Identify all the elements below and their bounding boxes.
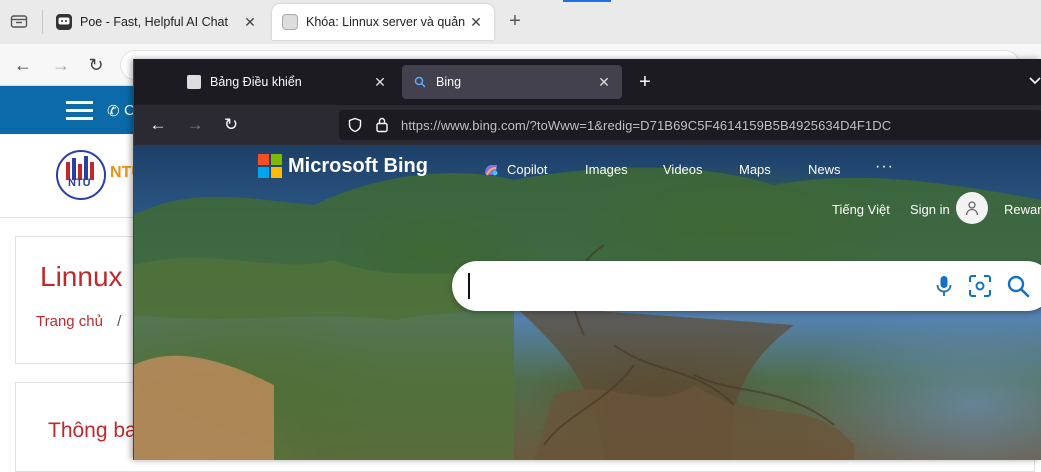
hamburger-menu-icon[interactable] — [66, 101, 93, 121]
moodle-favicon-icon — [186, 74, 202, 90]
search-input[interactable] — [468, 273, 908, 299]
shield-icon[interactable] — [347, 117, 363, 133]
close-tab-icon[interactable]: ✕ — [372, 74, 388, 91]
phone-icon: ✆ — [107, 103, 120, 120]
new-tab-button[interactable]: + — [505, 10, 525, 32]
tab-label: Bing — [436, 75, 462, 89]
search-icon[interactable] — [1006, 274, 1030, 298]
nav-images[interactable]: Images — [585, 162, 628, 177]
close-tab-icon[interactable]: ✕ — [596, 74, 612, 91]
tab-label: Bảng Điều khiển — [210, 75, 302, 89]
sign-in-link[interactable]: Sign in — [910, 202, 950, 217]
tab-bing[interactable]: Bing ✕ — [402, 65, 622, 99]
breadcrumb: Trang chủ / — [36, 313, 121, 330]
brand-name: Microsoft Bing — [288, 154, 428, 177]
search-box[interactable] — [452, 261, 1041, 311]
tab-label: Poe - Fast, Helpful AI Chat — [80, 15, 228, 29]
rewards-link[interactable]: Rewar — [1004, 202, 1041, 217]
nav-videos[interactable]: Videos — [663, 162, 703, 177]
search-icon — [412, 74, 428, 90]
close-tab-icon[interactable]: ✕ — [242, 14, 258, 31]
poe-icon — [56, 14, 72, 30]
forward-arrow-icon[interactable]: → — [184, 114, 206, 136]
tab-label: Khóa: Linnux server và quản trị — [306, 15, 468, 29]
url-text[interactable]: https://www.bing.com/?toWww=1&redig=D71B… — [401, 118, 891, 133]
foreground-browser-window: Bảng Điều khiển ✕ Bing ✕ + ← → ↻ https:/… — [133, 59, 1041, 460]
user-avatar-icon[interactable] — [956, 192, 988, 224]
url-bar[interactable]: https://www.bing.com/?toWww=1&redig=D71B… — [339, 110, 1041, 140]
ntu-logo[interactable]: NTU — [56, 150, 106, 200]
reload-icon[interactable]: ↻ — [220, 114, 242, 136]
breadcrumb-separator: / — [117, 313, 122, 330]
nav-more-icon[interactable]: ··· — [875, 158, 894, 176]
logo-text: NTU — [68, 177, 91, 189]
tab-dashboard[interactable]: Bảng Điều khiển ✕ — [176, 65, 398, 99]
section-title: Thông ba — [48, 419, 137, 442]
bing-logo[interactable]: Microsoft Bing — [258, 154, 428, 178]
tab-poe[interactable]: Poe - Fast, Helpful AI Chat ✕ — [46, 4, 268, 40]
firefox-nav-bar: ← → ↻ https://www.bing.com/?toWww=1&redi… — [134, 105, 1041, 145]
bing-homepage: Microsoft Bing Copilot Images Videos Map… — [134, 145, 1041, 460]
nav-news[interactable]: News — [808, 162, 841, 177]
close-tab-icon[interactable]: ✕ — [468, 14, 484, 31]
visual-search-icon[interactable] — [968, 274, 992, 298]
copilot-icon — [483, 162, 499, 178]
refresh-icon[interactable]: ↻ — [85, 54, 107, 76]
nav-copilot[interactable]: Copilot — [507, 162, 547, 177]
forward-arrow-icon[interactable]: → — [50, 54, 72, 76]
background-tab-strip: Poe - Fast, Helpful AI Chat ✕ Khóa: Linn… — [0, 0, 1041, 44]
moodle-favicon-icon — [282, 14, 298, 30]
microsoft-logo-icon — [258, 154, 282, 178]
back-arrow-icon[interactable]: ← — [12, 54, 34, 76]
back-arrow-icon[interactable]: ← — [147, 114, 169, 136]
firefox-tab-bar: Bảng Điều khiển ✕ Bing ✕ + — [134, 59, 1041, 105]
list-all-tabs-icon[interactable] — [1028, 73, 1041, 87]
microphone-icon[interactable] — [934, 274, 954, 298]
nav-maps[interactable]: Maps — [739, 162, 771, 177]
lock-icon[interactable] — [375, 116, 389, 133]
tab-actions-icon[interactable] — [10, 13, 28, 29]
tab-linux-course[interactable]: Khóa: Linnux server và quản trị ✕ — [272, 4, 494, 40]
language-link[interactable]: Tiếng Việt — [832, 202, 890, 217]
new-tab-button[interactable]: + — [634, 71, 656, 93]
course-title: Linnux — [40, 261, 123, 292]
breadcrumb-home-link[interactable]: Trang chủ — [36, 313, 103, 330]
